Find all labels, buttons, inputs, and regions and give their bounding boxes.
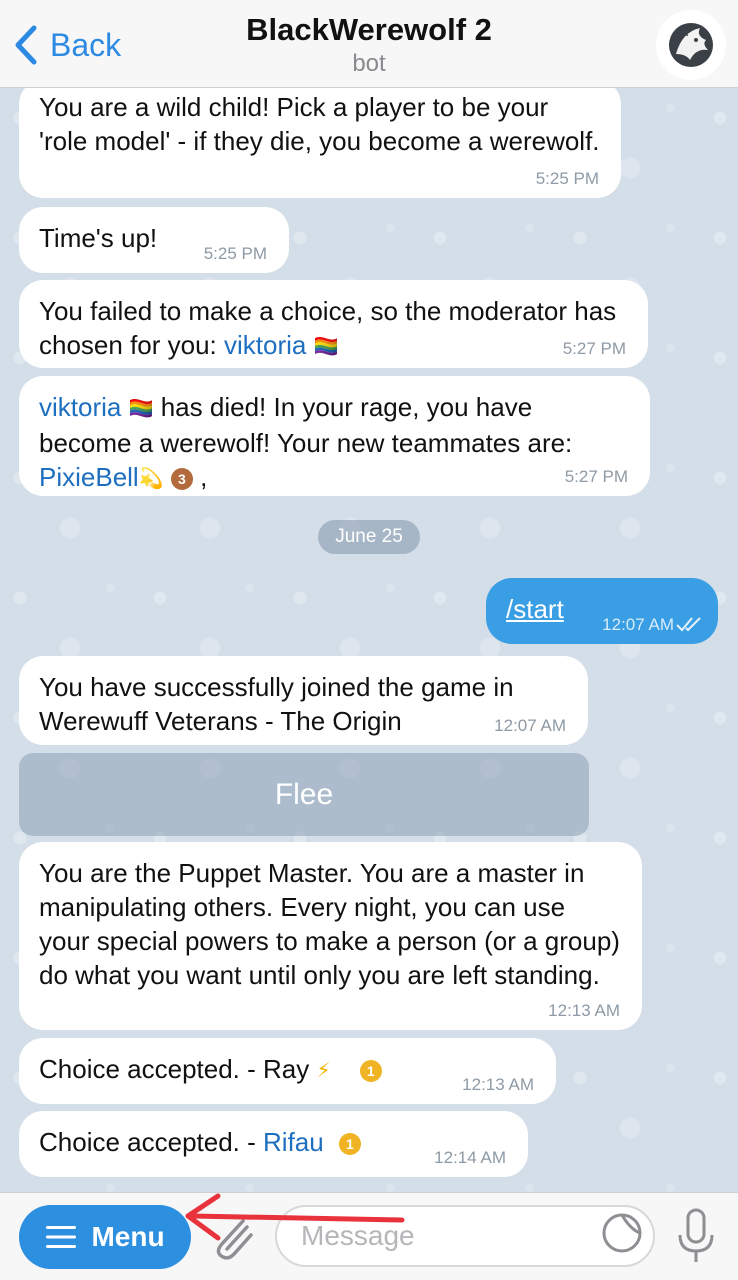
wolf-avatar-icon: [669, 23, 713, 67]
paperclip-icon[interactable]: [205, 1207, 261, 1267]
message-text: Choice accepted. - Ray: [39, 1054, 317, 1084]
message-time: 5:25 PM: [535, 169, 599, 188]
message-text: You have successfully joined the game in…: [39, 672, 514, 736]
rainbow-flag-emoji: 🏳️‍🌈: [313, 336, 339, 359]
chat-area[interactable]: You are a wild child! Pick a player to b…: [0, 88, 738, 1192]
message-text: Choice accepted. -: [39, 1127, 264, 1157]
double-check-icon: [676, 617, 701, 632]
message-time: 12:07 AM: [602, 615, 674, 634]
message-placeholder: Message: [301, 1220, 415, 1251]
user-link-pixiebell[interactable]: PixieBell: [39, 462, 139, 492]
message-text: You are the Puppet Master. You are a mas…: [39, 858, 620, 990]
date-separator: June 25: [318, 520, 420, 554]
menu-button[interactable]: Menu: [19, 1205, 191, 1269]
message-text: ,: [192, 462, 208, 493]
message-time: 12:13 AM: [462, 1075, 534, 1094]
message-bubble: Choice accepted. - Ray ⚡ 1 12:13 AM: [19, 1038, 556, 1104]
gold-medal-icon: 1: [338, 1133, 361, 1156]
message-time: 12:13 AM: [548, 1001, 620, 1020]
composer-bar: Menu Message: [0, 1192, 738, 1280]
chat-subtitle: bot: [352, 50, 386, 77]
dizzy-emoji: 💫: [138, 468, 164, 491]
gold-medal-icon: 1: [359, 1060, 382, 1083]
user-link-rifau[interactable]: Rifau: [263, 1127, 324, 1157]
message-time: 5:27 PM: [562, 339, 626, 358]
rainbow-flag-emoji: 🏳️‍🌈: [128, 398, 154, 421]
lightning-emoji: ⚡: [316, 1060, 331, 1083]
user-link-viktoria[interactable]: viktoria: [224, 330, 306, 360]
flee-button[interactable]: Flee: [19, 753, 589, 836]
sticker-icon[interactable]: [600, 1211, 644, 1255]
message-time: 5:27 PM: [564, 467, 628, 486]
bot-avatar[interactable]: [656, 10, 726, 80]
message-bubble: Choice accepted. - Rifau 1 12:14 AM: [19, 1111, 528, 1177]
message-text: Time's up!: [39, 223, 158, 253]
message-bubble: viktoria 🏳️‍🌈 has died! In your rage, yo…: [19, 376, 650, 496]
menu-label: Menu: [91, 1221, 165, 1252]
chat-title[interactable]: BlackWerewolf 2: [0, 12, 738, 48]
message-bubble: Time's up! 5:25 PM: [19, 207, 289, 273]
chat-header: Back BlackWerewolf 2 bot: [0, 0, 738, 88]
message-bubble: You have successfully joined the game in…: [19, 656, 588, 745]
outgoing-message-bubble: /start 12:07 AM: [486, 578, 718, 644]
message-time: 5:25 PM: [203, 244, 267, 263]
command-link[interactable]: /start: [506, 594, 564, 624]
message-bubble: You are the Puppet Master. You are a mas…: [19, 842, 642, 1030]
hamburger-icon: [46, 1226, 77, 1248]
message-input[interactable]: Message: [275, 1205, 655, 1267]
message-bubble: You are a wild child! Pick a player to b…: [19, 88, 621, 198]
message-bubble: You failed to make a choice, so the mode…: [19, 280, 648, 368]
microphone-icon[interactable]: [674, 1207, 718, 1265]
message-time: 12:14 AM: [434, 1148, 506, 1167]
bronze-medal-icon: 3: [170, 468, 193, 491]
message-time: 12:07 AM: [494, 716, 566, 735]
user-link-viktoria[interactable]: viktoria: [39, 392, 121, 422]
message-text: You are a wild child! Pick a player to b…: [39, 92, 600, 156]
